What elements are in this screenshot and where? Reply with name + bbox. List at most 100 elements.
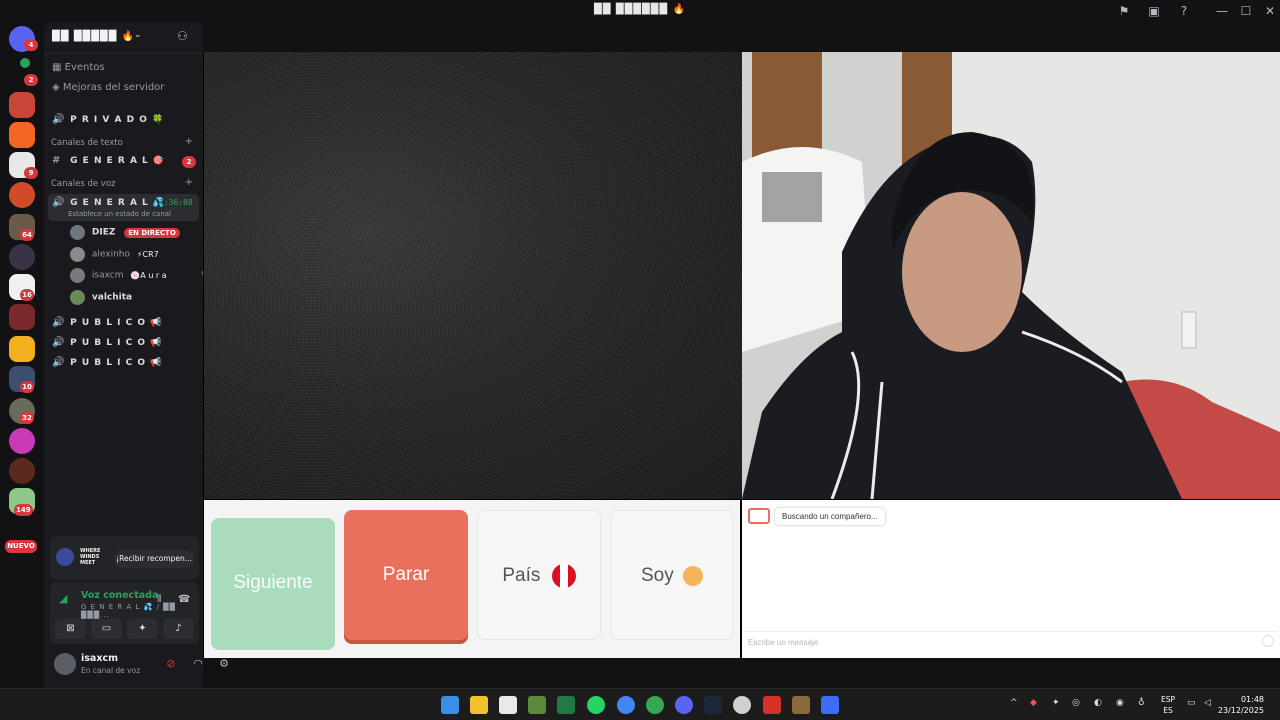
boost-icon: ◈ <box>52 82 60 93</box>
maximize-button[interactable]: ☐ <box>1238 3 1254 19</box>
voice-user-name: DIEZ <box>91 227 116 238</box>
boosts-item[interactable]: ◈ Mejoras del servidor <box>52 82 164 93</box>
headphones-icon[interactable]: ◠ <box>190 656 206 672</box>
server-icon[interactable] <box>9 122 35 148</box>
activities-button[interactable]: ✦ <box>127 619 158 639</box>
tray-app-icon[interactable]: ✦ <box>1052 698 1060 708</box>
message-input[interactable]: Escribe un mensaje <box>742 631 1278 653</box>
avatar <box>70 225 85 240</box>
voice-user[interactable]: valchita <box>70 290 132 308</box>
tray-chevron-icon[interactable]: ^ <box>1010 698 1018 708</box>
server-icon[interactable] <box>9 304 35 330</box>
server-icon[interactable] <box>9 244 35 270</box>
channel-general-text[interactable]: # G E N E R A L 🎯 <box>52 155 165 166</box>
camera-off-button[interactable]: ⊠ <box>55 619 86 639</box>
new-badge[interactable]: NUEVO <box>5 540 37 553</box>
game-icon[interactable] <box>792 696 810 714</box>
channel-privado[interactable]: 🔊 P R I V A D O 🍀 <box>52 114 164 125</box>
language-indicator[interactable]: ESP ES <box>1161 694 1175 716</box>
tray-app-icon[interactable]: ◐ <box>1094 698 1102 708</box>
voice-user[interactable]: DIEZ EN DIRECTO <box>70 225 180 243</box>
server-badge: 16 <box>20 289 34 301</box>
file-explorer-icon[interactable] <box>470 696 488 714</box>
inbox-icon[interactable]: ⚑ <box>1116 3 1132 19</box>
voice-user[interactable]: isaxcm 🍥A u r a ⊘ <box>70 268 209 286</box>
whatsapp-icon[interactable] <box>587 696 605 714</box>
voice-status[interactable]: Voz conectada <box>81 590 158 601</box>
clock[interactable]: 01:48 23/12/2025 <box>1218 694 1264 716</box>
stop-button[interactable]: Parar <box>344 510 468 640</box>
store-icon[interactable] <box>499 696 517 714</box>
tray-mic-icon[interactable]: ♁ <box>1138 698 1145 708</box>
signal-icon[interactable]: ◢ <box>59 592 67 605</box>
server-icon[interactable] <box>20 58 30 68</box>
channel-label: P R I V A D O 🍀 <box>70 115 165 125</box>
soundboard-button[interactable]: ♪ <box>163 619 194 639</box>
steam-icon[interactable] <box>704 696 722 714</box>
mute-mic-icon[interactable]: ⊘ <box>163 656 179 672</box>
voice-user-name: valchita <box>91 292 133 303</box>
time: 01:48 <box>1240 695 1264 704</box>
server-icon[interactable] <box>9 458 35 484</box>
screen-share-icon[interactable]: ▣ <box>1146 3 1162 19</box>
minecraft-icon[interactable] <box>528 696 546 714</box>
network-icon[interactable]: ▭ <box>1187 698 1196 708</box>
speaker-icon: 🔊 <box>52 357 66 368</box>
avatar[interactable] <box>54 653 76 675</box>
add-voice-channel-icon[interactable]: + <box>185 177 193 188</box>
chrome-icon[interactable] <box>617 696 635 714</box>
emoji-icon[interactable] <box>1262 635 1274 647</box>
chrome-icon[interactable] <box>646 696 664 714</box>
shield-app-icon[interactable] <box>763 696 781 714</box>
server-icon[interactable] <box>9 92 35 118</box>
voice-category[interactable]: Canales de voz <box>51 179 115 189</box>
server-icon[interactable] <box>9 336 35 362</box>
channel-publico[interactable]: 🔊 P U B L I C O 📢 <box>52 337 162 348</box>
self-camera-video <box>742 52 1280 499</box>
server-icon[interactable] <box>9 428 35 454</box>
voice-user-name: isaxcm <box>91 270 124 281</box>
chat-panel: Buscando un compañero... Escribe un mens… <box>742 500 1280 658</box>
text-category[interactable]: Canales de texto <box>51 138 123 148</box>
server-badge: 149 <box>14 504 33 516</box>
settings-icon[interactable]: ⚙ <box>216 656 232 672</box>
claim-reward-button[interactable]: ¡Recibir recompen... <box>114 550 194 568</box>
server-badge: 2 <box>24 74 38 86</box>
start-icon[interactable] <box>441 696 459 714</box>
tray-steam-icon[interactable]: ◎ <box>1072 698 1080 708</box>
voice-channel-path[interactable]: G E N E R A L 💦 / ██ ███... <box>81 603 199 619</box>
help-icon[interactable]: ? <box>1176 3 1192 19</box>
channel-general-voice[interactable]: 🔊 G E N E R A L 💦 <box>52 197 165 208</box>
minimize-button[interactable]: — <box>1214 3 1230 19</box>
boy-emoji-icon <box>683 565 704 586</box>
server-header[interactable]: ██ █████ 🔥 ⌄ ⚇ <box>44 22 203 54</box>
add-member-icon[interactable]: ⚇ <box>177 29 188 43</box>
gender-label: Soy <box>640 565 674 586</box>
tray-app-icon[interactable]: ◆ <box>1030 698 1037 708</box>
server-icon[interactable] <box>9 182 35 208</box>
app-icon[interactable] <box>821 696 839 714</box>
app-icon[interactable] <box>733 696 751 714</box>
promo-banner[interactable]: WHERE WINDS MEET ¡Recibir recompen... <box>50 536 199 580</box>
channel-publico[interactable]: 🔊 P U B L I C O 📢 <box>52 357 162 368</box>
discord-icon[interactable] <box>675 696 693 714</box>
date: 23/12/2025 <box>1217 706 1264 715</box>
next-button[interactable]: Siguiente <box>211 518 335 650</box>
username[interactable]: isaxcm <box>81 653 118 664</box>
events-item[interactable]: ▦ Eventos <box>52 62 105 73</box>
channel-status[interactable]: Establece un estado de canal <box>68 210 171 218</box>
chevron-down-icon: ⌄ <box>134 30 142 40</box>
excel-icon[interactable] <box>557 696 575 714</box>
screen-share-button[interactable]: ▭ <box>91 619 122 639</box>
volume-icon[interactable]: ◁ <box>1204 698 1211 708</box>
country-button[interactable]: País <box>477 510 601 640</box>
server-badge: 10 <box>20 381 34 393</box>
noise-suppression-icon[interactable]: ⦀ <box>157 594 161 605</box>
channel-publico[interactable]: 🔊 P U B L I C O 📢 <box>52 317 162 328</box>
close-button[interactable]: ✕ <box>1262 3 1278 19</box>
disconnect-icon[interactable]: ☎ <box>178 594 190 605</box>
tray-app-icon[interactable]: ◉ <box>1116 698 1124 708</box>
add-text-channel-icon[interactable]: + <box>185 136 193 147</box>
voice-user[interactable]: alexinho ⚡CR7 <box>70 247 159 265</box>
gender-button[interactable]: Soy <box>610 510 734 640</box>
